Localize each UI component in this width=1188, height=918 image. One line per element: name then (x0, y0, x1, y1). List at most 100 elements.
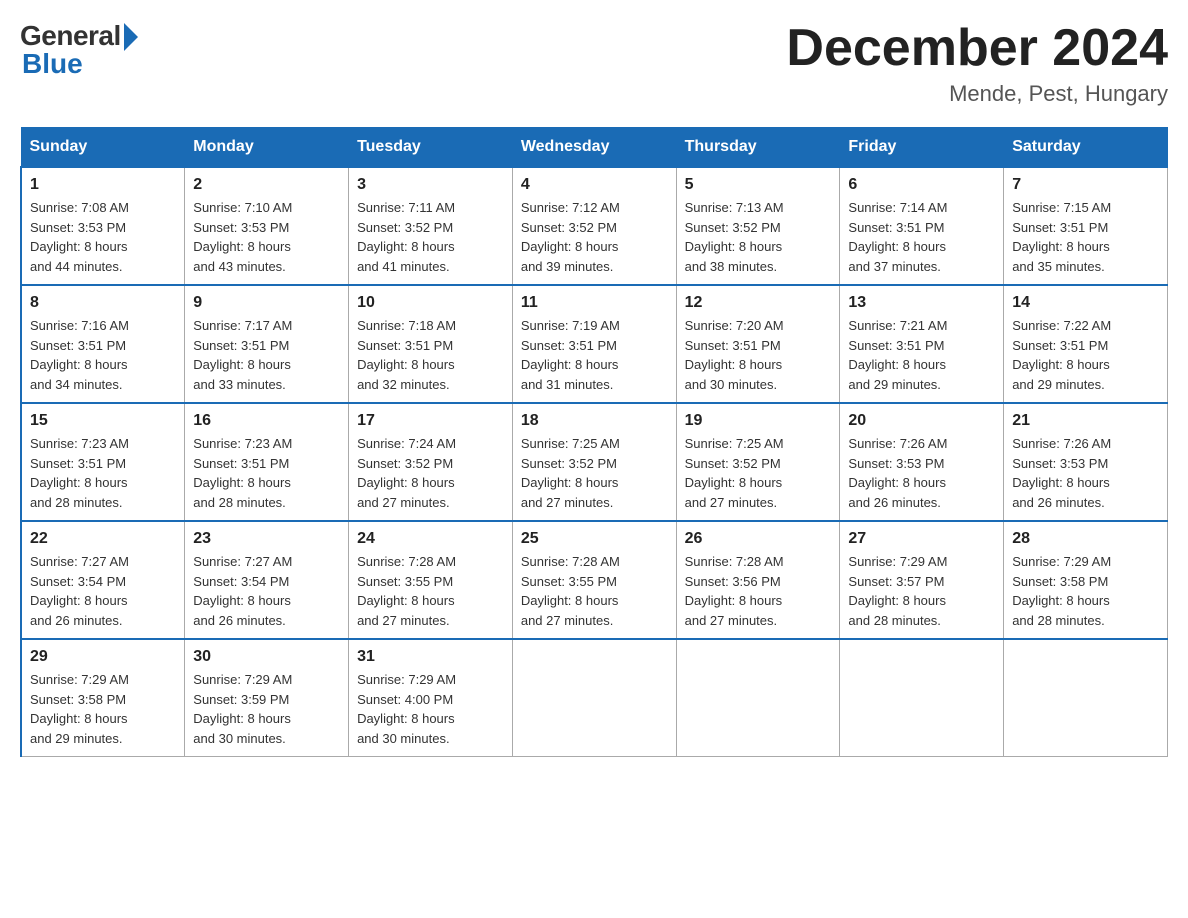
logo-arrow-icon (124, 23, 138, 51)
calendar-week-row: 15 Sunrise: 7:23 AMSunset: 3:51 PMDayligh… (21, 403, 1168, 521)
day-info: Sunrise: 7:11 AMSunset: 3:52 PMDaylight:… (357, 198, 504, 276)
day-info: Sunrise: 7:25 AMSunset: 3:52 PMDaylight:… (521, 434, 668, 512)
calendar-day-cell: 6 Sunrise: 7:14 AMSunset: 3:51 PMDaylight… (840, 167, 1004, 285)
logo: General Blue (20, 20, 138, 80)
day-number: 20 (848, 412, 995, 430)
day-info: Sunrise: 7:29 AMSunset: 3:58 PMDaylight:… (1012, 552, 1159, 630)
day-number: 26 (685, 530, 832, 548)
day-info: Sunrise: 7:27 AMSunset: 3:54 PMDaylight:… (30, 552, 176, 630)
calendar-day-cell: 17 Sunrise: 7:24 AMSunset: 3:52 PMDayligh… (349, 403, 513, 521)
day-info: Sunrise: 7:23 AMSunset: 3:51 PMDaylight:… (30, 434, 176, 512)
calendar-day-cell: 20 Sunrise: 7:26 AMSunset: 3:53 PMDayligh… (840, 403, 1004, 521)
calendar-day-cell: 19 Sunrise: 7:25 AMSunset: 3:52 PMDayligh… (676, 403, 840, 521)
calendar-empty-cell (1004, 639, 1168, 757)
calendar-day-cell: 26 Sunrise: 7:28 AMSunset: 3:56 PMDayligh… (676, 521, 840, 639)
day-info: Sunrise: 7:10 AMSunset: 3:53 PMDaylight:… (193, 198, 340, 276)
day-number: 4 (521, 176, 668, 194)
day-number: 27 (848, 530, 995, 548)
day-number: 19 (685, 412, 832, 430)
day-number: 13 (848, 294, 995, 312)
day-info: Sunrise: 7:24 AMSunset: 3:52 PMDaylight:… (357, 434, 504, 512)
day-info: Sunrise: 7:28 AMSunset: 3:55 PMDaylight:… (521, 552, 668, 630)
day-info: Sunrise: 7:25 AMSunset: 3:52 PMDaylight:… (685, 434, 832, 512)
day-of-week-header: Saturday (1004, 128, 1168, 168)
day-number: 29 (30, 648, 176, 666)
calendar-week-row: 22Sunrise: 7:27 AMSunset: 3:54 PMDayligh… (21, 521, 1168, 639)
day-number: 14 (1012, 294, 1159, 312)
calendar-header-row: SundayMondayTuesdayWednesdayThursdayFrid… (21, 128, 1168, 168)
day-info: Sunrise: 7:08 AMSunset: 3:53 PMDaylight:… (30, 198, 176, 276)
day-info: Sunrise: 7:16 AMSunset: 3:51 PMDaylight:… (30, 316, 176, 394)
calendar-day-cell: 7 Sunrise: 7:15 AMSunset: 3:51 PMDaylight… (1004, 167, 1168, 285)
page-header: General Blue December 2024 Mende, Pest, … (20, 20, 1168, 107)
calendar-week-row: 29 Sunrise: 7:29 AMSunset: 3:58 PMDayligh… (21, 639, 1168, 757)
day-number: 23 (193, 530, 340, 548)
calendar-day-cell: 11 Sunrise: 7:19 AMSunset: 3:51 PMDayligh… (512, 285, 676, 403)
calendar-day-cell: 22Sunrise: 7:27 AMSunset: 3:54 PMDayligh… (21, 521, 185, 639)
day-number: 5 (685, 176, 832, 194)
location-subtitle: Mende, Pest, Hungary (786, 81, 1168, 107)
day-info: Sunrise: 7:18 AMSunset: 3:51 PMDaylight:… (357, 316, 504, 394)
day-info: Sunrise: 7:26 AMSunset: 3:53 PMDaylight:… (848, 434, 995, 512)
calendar-day-cell: 15 Sunrise: 7:23 AMSunset: 3:51 PMDayligh… (21, 403, 185, 521)
day-info: Sunrise: 7:19 AMSunset: 3:51 PMDaylight:… (521, 316, 668, 394)
calendar-day-cell: 18Sunrise: 7:25 AMSunset: 3:52 PMDayligh… (512, 403, 676, 521)
day-number: 9 (193, 294, 340, 312)
day-number: 12 (685, 294, 832, 312)
day-number: 21 (1012, 412, 1159, 430)
calendar-day-cell: 9 Sunrise: 7:17 AMSunset: 3:51 PMDaylight… (185, 285, 349, 403)
day-of-week-header: Sunday (21, 128, 185, 168)
day-info: Sunrise: 7:29 AMSunset: 3:57 PMDaylight:… (848, 552, 995, 630)
day-number: 31 (357, 648, 504, 666)
day-info: Sunrise: 7:28 AMSunset: 3:55 PMDaylight:… (357, 552, 504, 630)
calendar-day-cell: 30 Sunrise: 7:29 AMSunset: 3:59 PMDayligh… (185, 639, 349, 757)
day-number: 25 (521, 530, 668, 548)
day-number: 11 (521, 294, 668, 312)
day-info: Sunrise: 7:29 AMSunset: 3:58 PMDaylight:… (30, 670, 176, 748)
day-number: 30 (193, 648, 340, 666)
calendar-day-cell: 12Sunrise: 7:20 AMSunset: 3:51 PMDayligh… (676, 285, 840, 403)
calendar-day-cell: 29 Sunrise: 7:29 AMSunset: 3:58 PMDayligh… (21, 639, 185, 757)
day-info: Sunrise: 7:23 AMSunset: 3:51 PMDaylight:… (193, 434, 340, 512)
day-number: 15 (30, 412, 176, 430)
logo-blue-text: Blue (22, 48, 83, 80)
day-number: 1 (30, 176, 176, 194)
day-info: Sunrise: 7:29 AMSunset: 3:59 PMDaylight:… (193, 670, 340, 748)
day-of-week-header: Wednesday (512, 128, 676, 168)
day-of-week-header: Friday (840, 128, 1004, 168)
month-year-title: December 2024 (786, 20, 1168, 77)
calendar-day-cell: 3 Sunrise: 7:11 AMSunset: 3:52 PMDaylight… (349, 167, 513, 285)
day-info: Sunrise: 7:13 AMSunset: 3:52 PMDaylight:… (685, 198, 832, 276)
day-number: 7 (1012, 176, 1159, 194)
calendar-day-cell: 1 Sunrise: 7:08 AMSunset: 3:53 PMDaylight… (21, 167, 185, 285)
day-info: Sunrise: 7:21 AMSunset: 3:51 PMDaylight:… (848, 316, 995, 394)
day-number: 3 (357, 176, 504, 194)
calendar-day-cell: 8Sunrise: 7:16 AMSunset: 3:51 PMDaylight… (21, 285, 185, 403)
calendar-week-row: 1 Sunrise: 7:08 AMSunset: 3:53 PMDaylight… (21, 167, 1168, 285)
day-info: Sunrise: 7:12 AMSunset: 3:52 PMDaylight:… (521, 198, 668, 276)
day-number: 2 (193, 176, 340, 194)
day-of-week-header: Thursday (676, 128, 840, 168)
calendar-day-cell: 24 Sunrise: 7:28 AMSunset: 3:55 PMDayligh… (349, 521, 513, 639)
day-info: Sunrise: 7:22 AMSunset: 3:51 PMDaylight:… (1012, 316, 1159, 394)
calendar-empty-cell (840, 639, 1004, 757)
calendar-day-cell: 31Sunrise: 7:29 AMSunset: 4:00 PMDayligh… (349, 639, 513, 757)
day-info: Sunrise: 7:28 AMSunset: 3:56 PMDaylight:… (685, 552, 832, 630)
title-block: December 2024 Mende, Pest, Hungary (786, 20, 1168, 107)
day-info: Sunrise: 7:15 AMSunset: 3:51 PMDaylight:… (1012, 198, 1159, 276)
day-number: 17 (357, 412, 504, 430)
calendar-day-cell: 4 Sunrise: 7:12 AMSunset: 3:52 PMDaylight… (512, 167, 676, 285)
calendar-day-cell: 13 Sunrise: 7:21 AMSunset: 3:51 PMDayligh… (840, 285, 1004, 403)
day-info: Sunrise: 7:17 AMSunset: 3:51 PMDaylight:… (193, 316, 340, 394)
day-number: 6 (848, 176, 995, 194)
day-number: 10 (357, 294, 504, 312)
calendar-empty-cell (512, 639, 676, 757)
calendar-day-cell: 5 Sunrise: 7:13 AMSunset: 3:52 PMDaylight… (676, 167, 840, 285)
calendar-day-cell: 25 Sunrise: 7:28 AMSunset: 3:55 PMDayligh… (512, 521, 676, 639)
calendar-day-cell: 23Sunrise: 7:27 AMSunset: 3:54 PMDayligh… (185, 521, 349, 639)
day-number: 24 (357, 530, 504, 548)
calendar-table: SundayMondayTuesdayWednesdayThursdayFrid… (20, 127, 1168, 757)
calendar-day-cell: 28Sunrise: 7:29 AMSunset: 3:58 PMDayligh… (1004, 521, 1168, 639)
calendar-day-cell: 2 Sunrise: 7:10 AMSunset: 3:53 PMDaylight… (185, 167, 349, 285)
day-info: Sunrise: 7:14 AMSunset: 3:51 PMDaylight:… (848, 198, 995, 276)
